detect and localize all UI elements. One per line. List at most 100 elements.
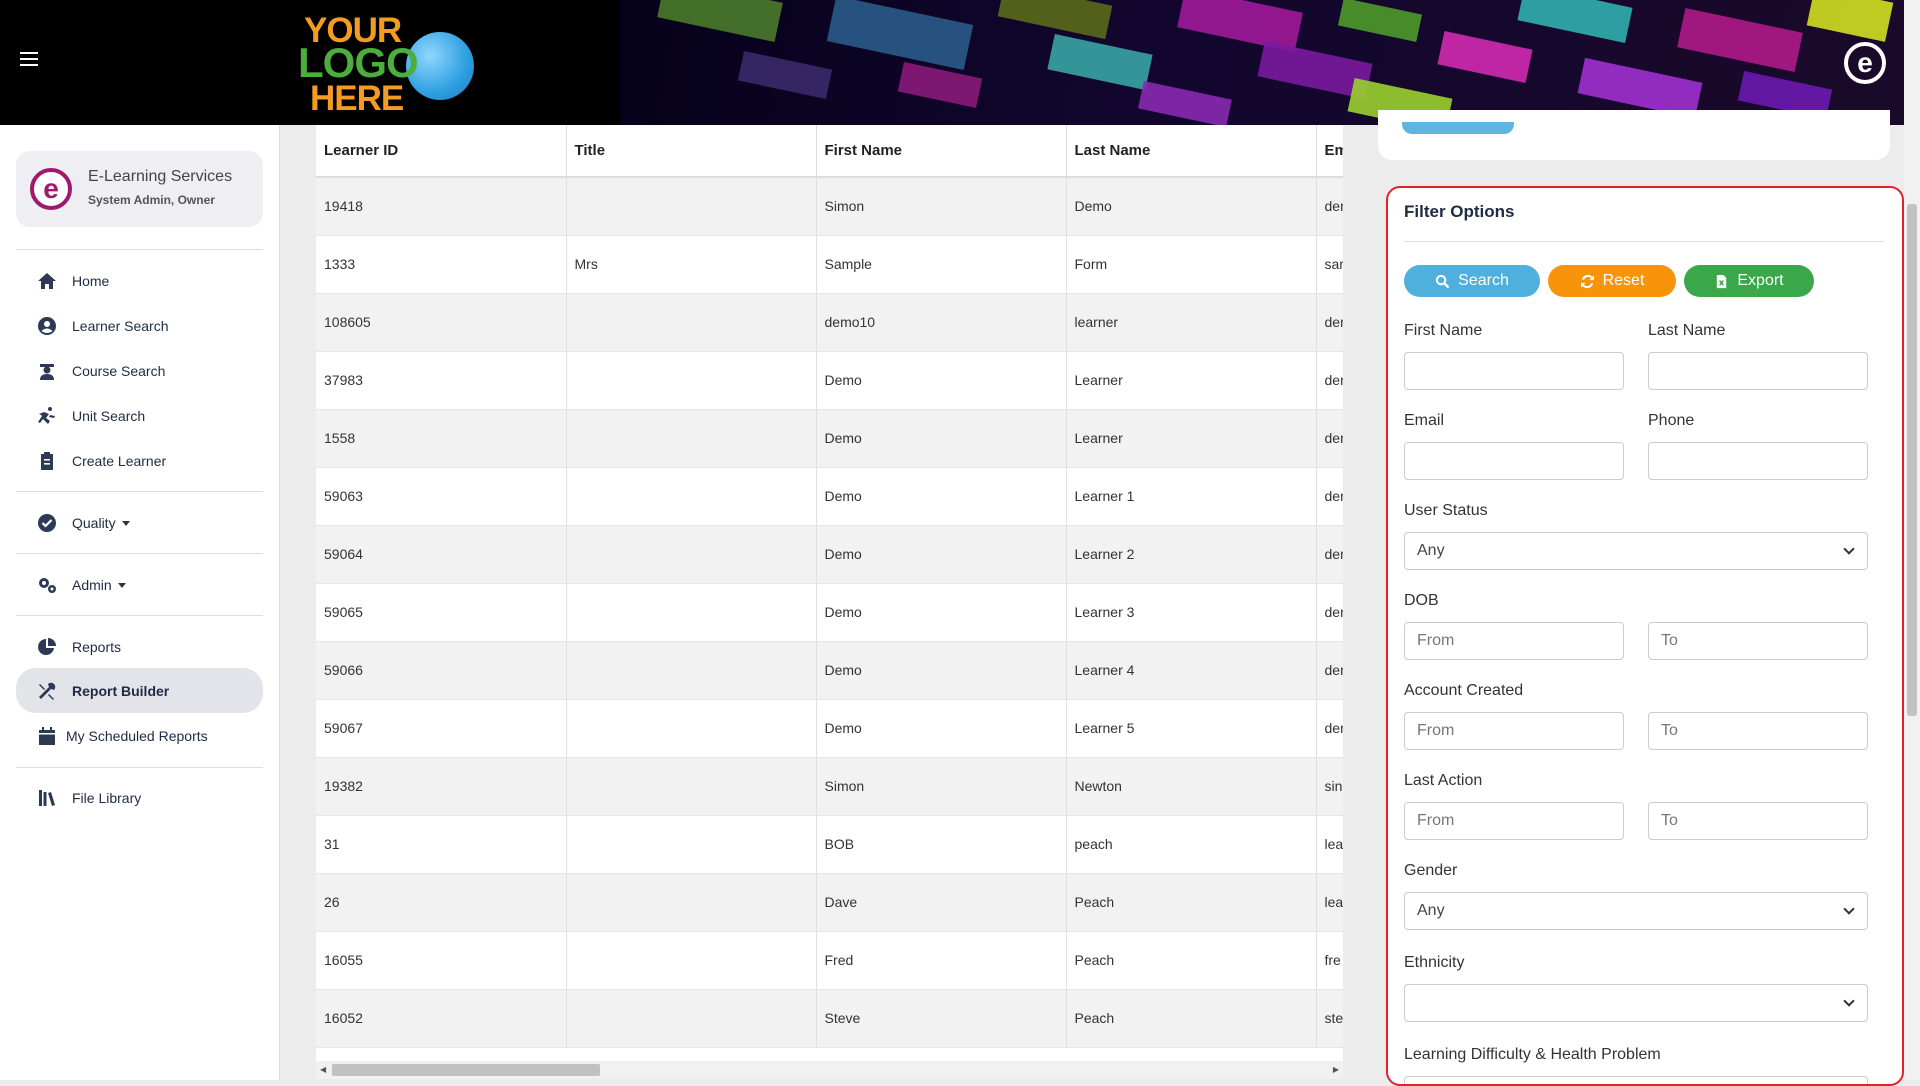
sidebar-item-file-library[interactable]: File Library [16, 778, 263, 818]
sidebar-item-create-learner[interactable]: Create Learner [16, 441, 263, 481]
gender-select[interactable]: Any [1404, 892, 1868, 930]
learning-difficulty-label: Learning Difficulty & Health Problem [1404, 1046, 1661, 1063]
table-row[interactable]: 59063 Demo Learner 1 der [316, 467, 1343, 526]
column-header-first-name[interactable]: First Name [816, 125, 1067, 178]
scroll-right-icon[interactable]: ▶ [1333, 1065, 1339, 1074]
table-row[interactable]: 19418 Simon Demo der [316, 177, 1343, 236]
divider [16, 249, 263, 250]
cell-first-name: demo10 [816, 293, 1067, 352]
hamburger-icon[interactable] [20, 52, 38, 66]
cell-learner-id: 1333 [316, 235, 567, 294]
user-circle-icon [36, 315, 58, 337]
email-input[interactable] [1404, 442, 1624, 480]
account-created-from-input[interactable]: From [1404, 712, 1624, 750]
vertical-scrollbar[interactable] [1904, 0, 1920, 1080]
table-row[interactable]: 59064 Demo Learner 2 der [316, 525, 1343, 584]
cell-email: der [1316, 699, 1343, 758]
cell-email: der [1316, 467, 1343, 526]
table-row[interactable]: 1333 Mrs Sample Form sar [316, 235, 1343, 294]
table-row[interactable]: 1558 Demo Learner der [316, 409, 1343, 468]
first-name-input[interactable] [1404, 352, 1624, 390]
table-row[interactable]: 16055 Fred Peach fre [316, 931, 1343, 990]
dob-to-input[interactable]: To [1648, 622, 1868, 660]
divider [16, 615, 263, 616]
cell-last-name: Learner 4 [1066, 641, 1317, 700]
export-button[interactable]: Export [1684, 265, 1814, 297]
learning-difficulty-select[interactable] [1404, 1076, 1868, 1084]
horizontal-scrollbar[interactable]: ◀ ▶ [316, 1061, 1343, 1079]
sidebar-item-admin[interactable]: Admin [16, 565, 263, 605]
caret-down-icon [121, 520, 130, 526]
table-row[interactable]: 19382 Simon Newton sin [316, 757, 1343, 816]
run-icon [36, 405, 58, 427]
column-header-email[interactable]: Em [1316, 125, 1343, 178]
cell-last-name: peach [1066, 815, 1317, 874]
cell-first-name: Demo [816, 351, 1067, 410]
cell-first-name: BOB [816, 815, 1067, 874]
table-row[interactable]: 59067 Demo Learner 5 der [316, 699, 1343, 758]
cell-learner-id: 26 [316, 873, 567, 932]
table-row[interactable]: 59066 Demo Learner 4 der [316, 641, 1343, 700]
table-header-row: Learner ID Title First Name Last Name Em [316, 125, 1343, 178]
sidebar-item-home[interactable]: Home [16, 261, 263, 301]
file-excel-icon [1717, 274, 1727, 288]
cell-learner-id: 31 [316, 815, 567, 874]
sidebar-item-reports[interactable]: Reports [16, 627, 263, 667]
results-table: Learner ID Title First Name Last Name Em… [316, 125, 1343, 1070]
user-status-select[interactable]: Any [1404, 532, 1868, 570]
check-circle-icon [36, 512, 58, 534]
cell-last-name: Learner [1066, 351, 1317, 410]
table-row[interactable]: 16052 Steve Peach ste [316, 989, 1343, 1048]
sidebar-item-quality[interactable]: Quality [16, 503, 263, 543]
cell-email: der [1316, 641, 1343, 700]
cell-learner-id: 108605 [316, 293, 567, 352]
table-row[interactable]: 59065 Demo Learner 3 der [316, 583, 1343, 642]
cell-title [566, 641, 817, 700]
sidebar-item-unit-search[interactable]: Unit Search [16, 396, 263, 436]
pie-chart-icon [36, 636, 58, 658]
phone-input[interactable] [1648, 442, 1868, 480]
column-header-last-name[interactable]: Last Name [1066, 125, 1317, 178]
cell-last-name: Learner 5 [1066, 699, 1317, 758]
cell-first-name: Demo [816, 525, 1067, 584]
table-row[interactable]: 37983 Demo Learner der [316, 351, 1343, 410]
table-row[interactable]: 108605 demo10 learner der [316, 293, 1343, 352]
pill-button[interactable] [1402, 122, 1514, 134]
cell-email: der [1316, 177, 1343, 236]
cell-last-name: Demo [1066, 177, 1317, 236]
profile-card[interactable]: e E-Learning Services System Admin, Owne… [16, 151, 263, 227]
sidebar-item-report-builder[interactable]: Report Builder [16, 668, 263, 713]
search-button[interactable]: Search [1404, 265, 1540, 297]
column-header-title[interactable]: Title [566, 125, 817, 178]
sidebar-item-my-scheduled-reports[interactable]: My Scheduled Reports [16, 716, 263, 756]
last-action-from-input[interactable]: From [1404, 802, 1624, 840]
table-row[interactable]: 31 BOB peach lea [316, 815, 1343, 874]
cell-title [566, 409, 817, 468]
profile-name: E-Learning Services [88, 168, 233, 185]
sidebar-item-learner-search[interactable]: Learner Search [16, 306, 263, 346]
phone-label: Phone [1648, 412, 1695, 429]
cell-email: der [1316, 351, 1343, 410]
reset-button[interactable]: Reset [1548, 265, 1676, 297]
cell-last-name: Learner [1066, 409, 1317, 468]
divider [1404, 241, 1884, 242]
divider [16, 553, 263, 554]
cell-title [566, 815, 817, 874]
account-created-to-input[interactable]: To [1648, 712, 1868, 750]
last-action-to-input[interactable]: To [1648, 802, 1868, 840]
header-banner [620, 0, 1904, 125]
ethnicity-select[interactable] [1404, 984, 1868, 1022]
scrollbar-thumb[interactable] [332, 1064, 600, 1076]
scrollbar-thumb[interactable] [1907, 204, 1917, 716]
scroll-left-icon[interactable]: ◀ [320, 1065, 326, 1074]
cell-learner-id: 19382 [316, 757, 567, 816]
last-name-input[interactable] [1648, 352, 1868, 390]
sidebar-item-course-search[interactable]: Course Search [16, 351, 263, 391]
cell-email: sin [1316, 757, 1343, 816]
table-row[interactable]: 26 Dave Peach lea [316, 873, 1343, 932]
dob-from-input[interactable]: From [1404, 622, 1624, 660]
first-name-label: First Name [1404, 322, 1483, 339]
filter-title: Filter Options [1404, 202, 1515, 221]
column-header-learner-id[interactable]: Learner ID [316, 125, 567, 178]
cell-title [566, 351, 817, 410]
